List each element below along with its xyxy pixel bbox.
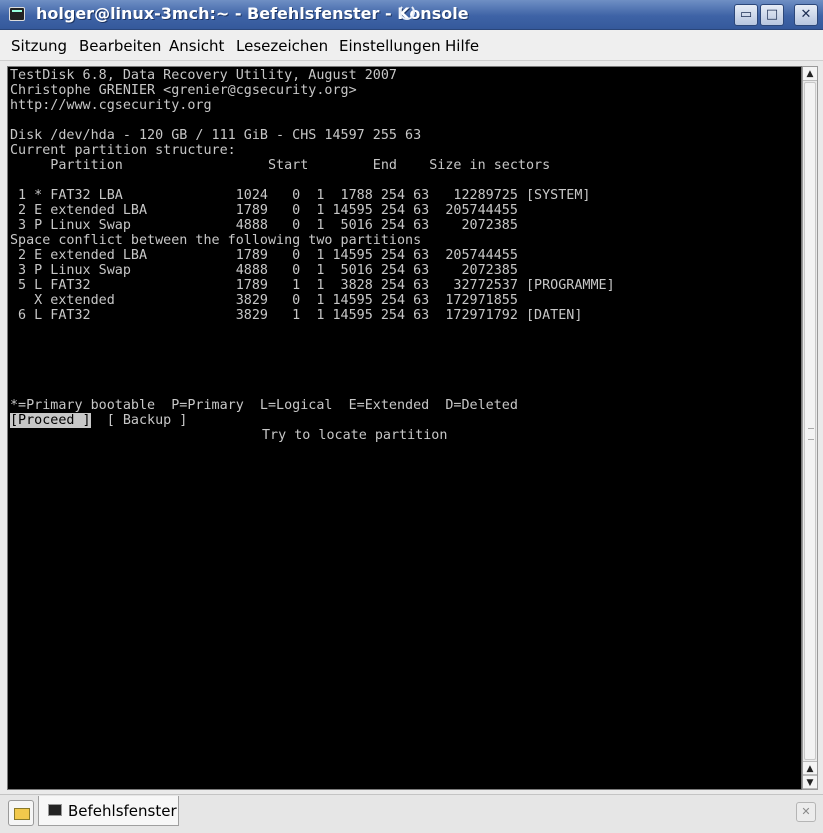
structure-title: Current partition structure: [10,143,236,158]
conflict-partition-row: 6 L FAT32 3829 1 1 14595 254 63 17297179… [10,308,583,323]
terminal-icon[interactable] [9,7,25,21]
maximize-button[interactable]: □ [760,4,784,26]
type-legend: *=Primary bootable P=Primary L=Logical E… [10,398,518,413]
action-hint: Try to locate partition [262,428,448,443]
menu-sitzung[interactable]: Sitzung [11,37,67,55]
scroll-thumb[interactable] [804,82,816,760]
conflict-partition-row: 3 P Linux Swap 4888 0 1 5016 254 63 2072… [10,263,518,278]
konsole-swirl-icon [399,4,415,20]
scroll-grip-icon [808,428,814,440]
tab-label: Befehlsfenster [68,802,177,820]
partition-row: 2 E extended LBA 1789 0 1 14595 254 63 2… [10,203,518,218]
conflict-partition-row: 5 L FAT32 1789 1 1 3828 254 63 32772537 … [10,278,615,293]
terminal-header-line: http://www.cgsecurity.org [10,98,212,113]
disk-info: Disk /dev/hda - 120 GB / 111 GiB - CHS 1… [10,128,422,143]
conflict-partition-row: 2 E extended LBA 1789 0 1 14595 254 63 2… [10,248,518,263]
title-bar[interactable]: holger@linux-3mch:~ - Befehlsfenster - K… [0,0,823,30]
scroll-down-icon[interactable]: ▼ [803,775,817,789]
backup-button[interactable]: [ Backup ] [107,413,188,428]
column-header: Partition Start End Size in sectors [10,158,551,173]
new-session-icon[interactable] [8,800,34,826]
partition-row: 1 * FAT32 LBA 1024 0 1 1788 254 63 12289… [10,188,591,203]
terminal-screen[interactable]: TestDisk 6.8, Data Recovery Utility, Aug… [7,66,802,790]
terminal-header-line: TestDisk 6.8, Data Recovery Utility, Aug… [10,68,397,83]
scroll-up-icon[interactable]: ▲ [803,67,817,81]
action-row: [Proceed ] [ Backup ] [10,413,187,428]
conflict-message: Space conflict between the following two… [10,233,422,248]
scroll-up-lower-icon[interactable]: ▲ [803,761,817,775]
menu-einstellungen[interactable]: Einstellungen [339,37,441,55]
close-session-icon[interactable]: ✕ [796,802,816,822]
menu-lesezeichen[interactable]: Lesezeichen [236,37,328,55]
menu-ansicht[interactable]: Ansicht [169,37,224,55]
minimize-button[interactable]: ▭ [734,4,758,26]
menu-hilfe[interactable]: Hilfe [445,37,479,55]
close-button[interactable]: ✕ [794,4,818,26]
terminal-header-line: Christophe GRENIER <grenier@cgsecurity.o… [10,83,357,98]
partition-row: 3 P Linux Swap 4888 0 1 5016 254 63 2072… [10,218,518,233]
vertical-scrollbar[interactable]: ▲ ▲ ▼ [802,66,818,790]
conflict-partition-row: X extended 3829 0 1 14595 254 63 1729718… [10,293,518,308]
menu-bearbeiten[interactable]: Bearbeiten [79,37,161,55]
terminal-tab-icon [48,804,62,816]
tab-befehlsfenster[interactable]: Befehlsfenster [38,796,179,826]
proceed-button[interactable]: [Proceed ] [10,413,91,428]
tab-bar: Befehlsfenster ✕ [0,794,823,833]
menu-bar: Sitzung Bearbeiten Ansicht Lesezeichen E… [0,30,823,61]
